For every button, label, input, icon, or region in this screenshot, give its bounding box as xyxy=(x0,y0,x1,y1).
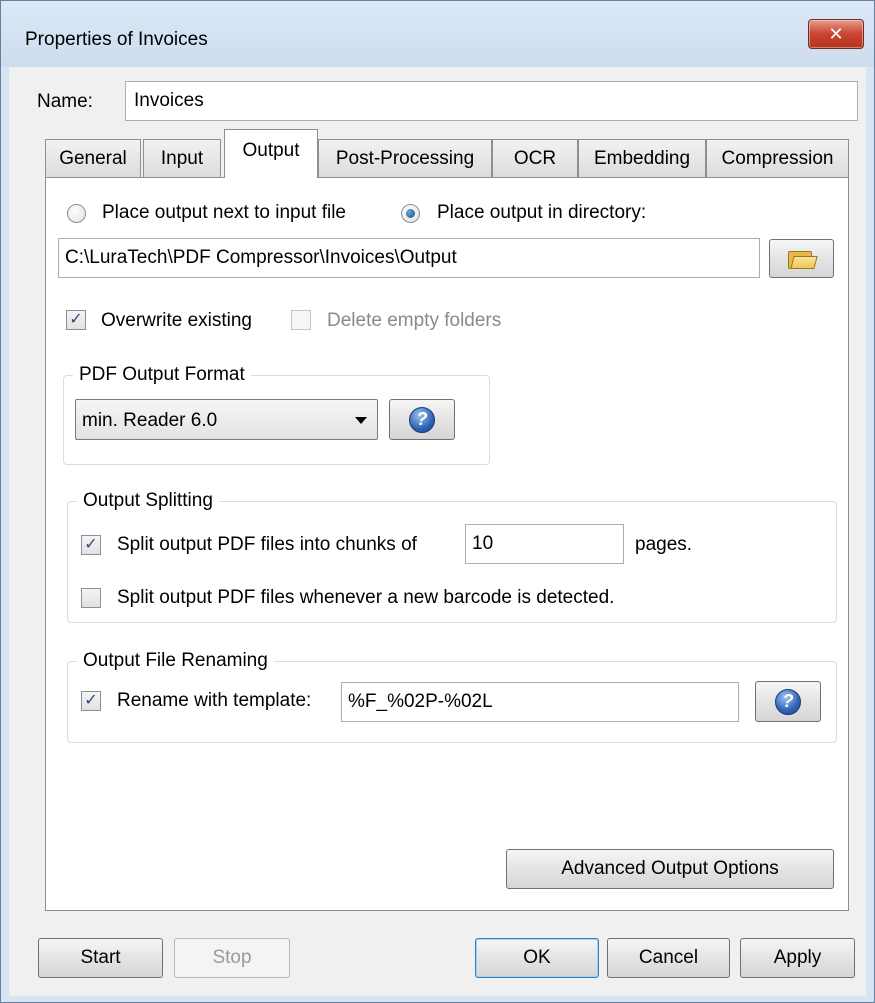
radio-in-directory-label[interactable]: Place output in directory: xyxy=(437,202,646,224)
pdf-format-select[interactable]: min. Reader 6.0 xyxy=(75,399,378,440)
pdf-format-value: min. Reader 6.0 xyxy=(82,410,218,431)
folder-open-icon xyxy=(787,248,818,270)
advanced-output-options-button[interactable]: Advanced Output Options xyxy=(506,849,834,889)
output-splitting-title: Output Splitting xyxy=(77,490,219,512)
stop-button[interactable]: Stop xyxy=(174,938,290,978)
pdf-format-help-button[interactable]: ? xyxy=(389,399,455,440)
pages-label: pages. xyxy=(635,534,693,555)
radio-next-to-input[interactable] xyxy=(67,204,86,223)
properties-dialog: Properties of Invoices ✕ Name: Invoices … xyxy=(0,0,875,1003)
tab-ocr[interactable]: OCR xyxy=(492,139,578,177)
help-icon: ? xyxy=(409,406,435,433)
start-button[interactable]: Start xyxy=(38,938,163,978)
split-chunks-label[interactable]: Split output PDF files into chunks of xyxy=(117,534,417,556)
rename-template-checkbox[interactable]: ✓ xyxy=(81,691,101,711)
output-renaming-title: Output File Renaming xyxy=(77,650,274,672)
output-directory-field[interactable]: C:\LuraTech\PDF Compressor\Invoices\Outp… xyxy=(58,238,760,278)
rename-template-label[interactable]: Rename with template: xyxy=(117,690,311,712)
split-barcode-checkbox[interactable] xyxy=(81,588,101,608)
close-icon: ✕ xyxy=(828,23,844,44)
radio-next-to-input-label[interactable]: Place output next to input file xyxy=(102,202,346,224)
tab-output[interactable]: Output xyxy=(224,129,318,178)
chunk-size-field[interactable]: 10 xyxy=(465,524,624,564)
overwrite-existing-checkbox[interactable]: ✓ xyxy=(66,310,86,330)
overwrite-existing-label[interactable]: Overwrite existing xyxy=(101,310,252,332)
apply-button[interactable]: Apply xyxy=(740,938,855,978)
window-title: Properties of Invoices xyxy=(25,29,208,50)
pdf-output-format-title: PDF Output Format xyxy=(73,364,251,386)
chevron-down-icon xyxy=(355,417,367,424)
close-button[interactable]: ✕ xyxy=(808,19,864,49)
tab-embedding[interactable]: Embedding xyxy=(578,139,706,177)
tab-post-processing[interactable]: Post-Processing xyxy=(318,139,492,177)
browse-folder-button[interactable] xyxy=(769,239,834,278)
ok-button[interactable]: OK xyxy=(475,938,599,978)
help-icon: ? xyxy=(775,688,801,715)
rename-help-button[interactable]: ? xyxy=(755,681,821,722)
tab-compression[interactable]: Compression xyxy=(706,139,849,177)
delete-empty-folders-label[interactable]: Delete empty folders xyxy=(327,310,501,332)
cancel-button[interactable]: Cancel xyxy=(607,938,730,978)
rename-template-field[interactable]: %F_%02P-%02L xyxy=(341,682,739,722)
split-chunks-checkbox[interactable]: ✓ xyxy=(81,535,101,555)
title-bar[interactable]: Properties of Invoices ✕ xyxy=(1,1,874,67)
tab-input[interactable]: Input xyxy=(143,139,221,177)
name-label: Name: xyxy=(37,91,93,112)
split-barcode-label[interactable]: Split output PDF files whenever a new ba… xyxy=(117,587,614,609)
name-field[interactable]: Invoices xyxy=(125,81,858,121)
delete-empty-folders-checkbox[interactable] xyxy=(291,310,311,330)
radio-in-directory[interactable] xyxy=(401,204,420,223)
tab-general[interactable]: General xyxy=(45,139,141,177)
